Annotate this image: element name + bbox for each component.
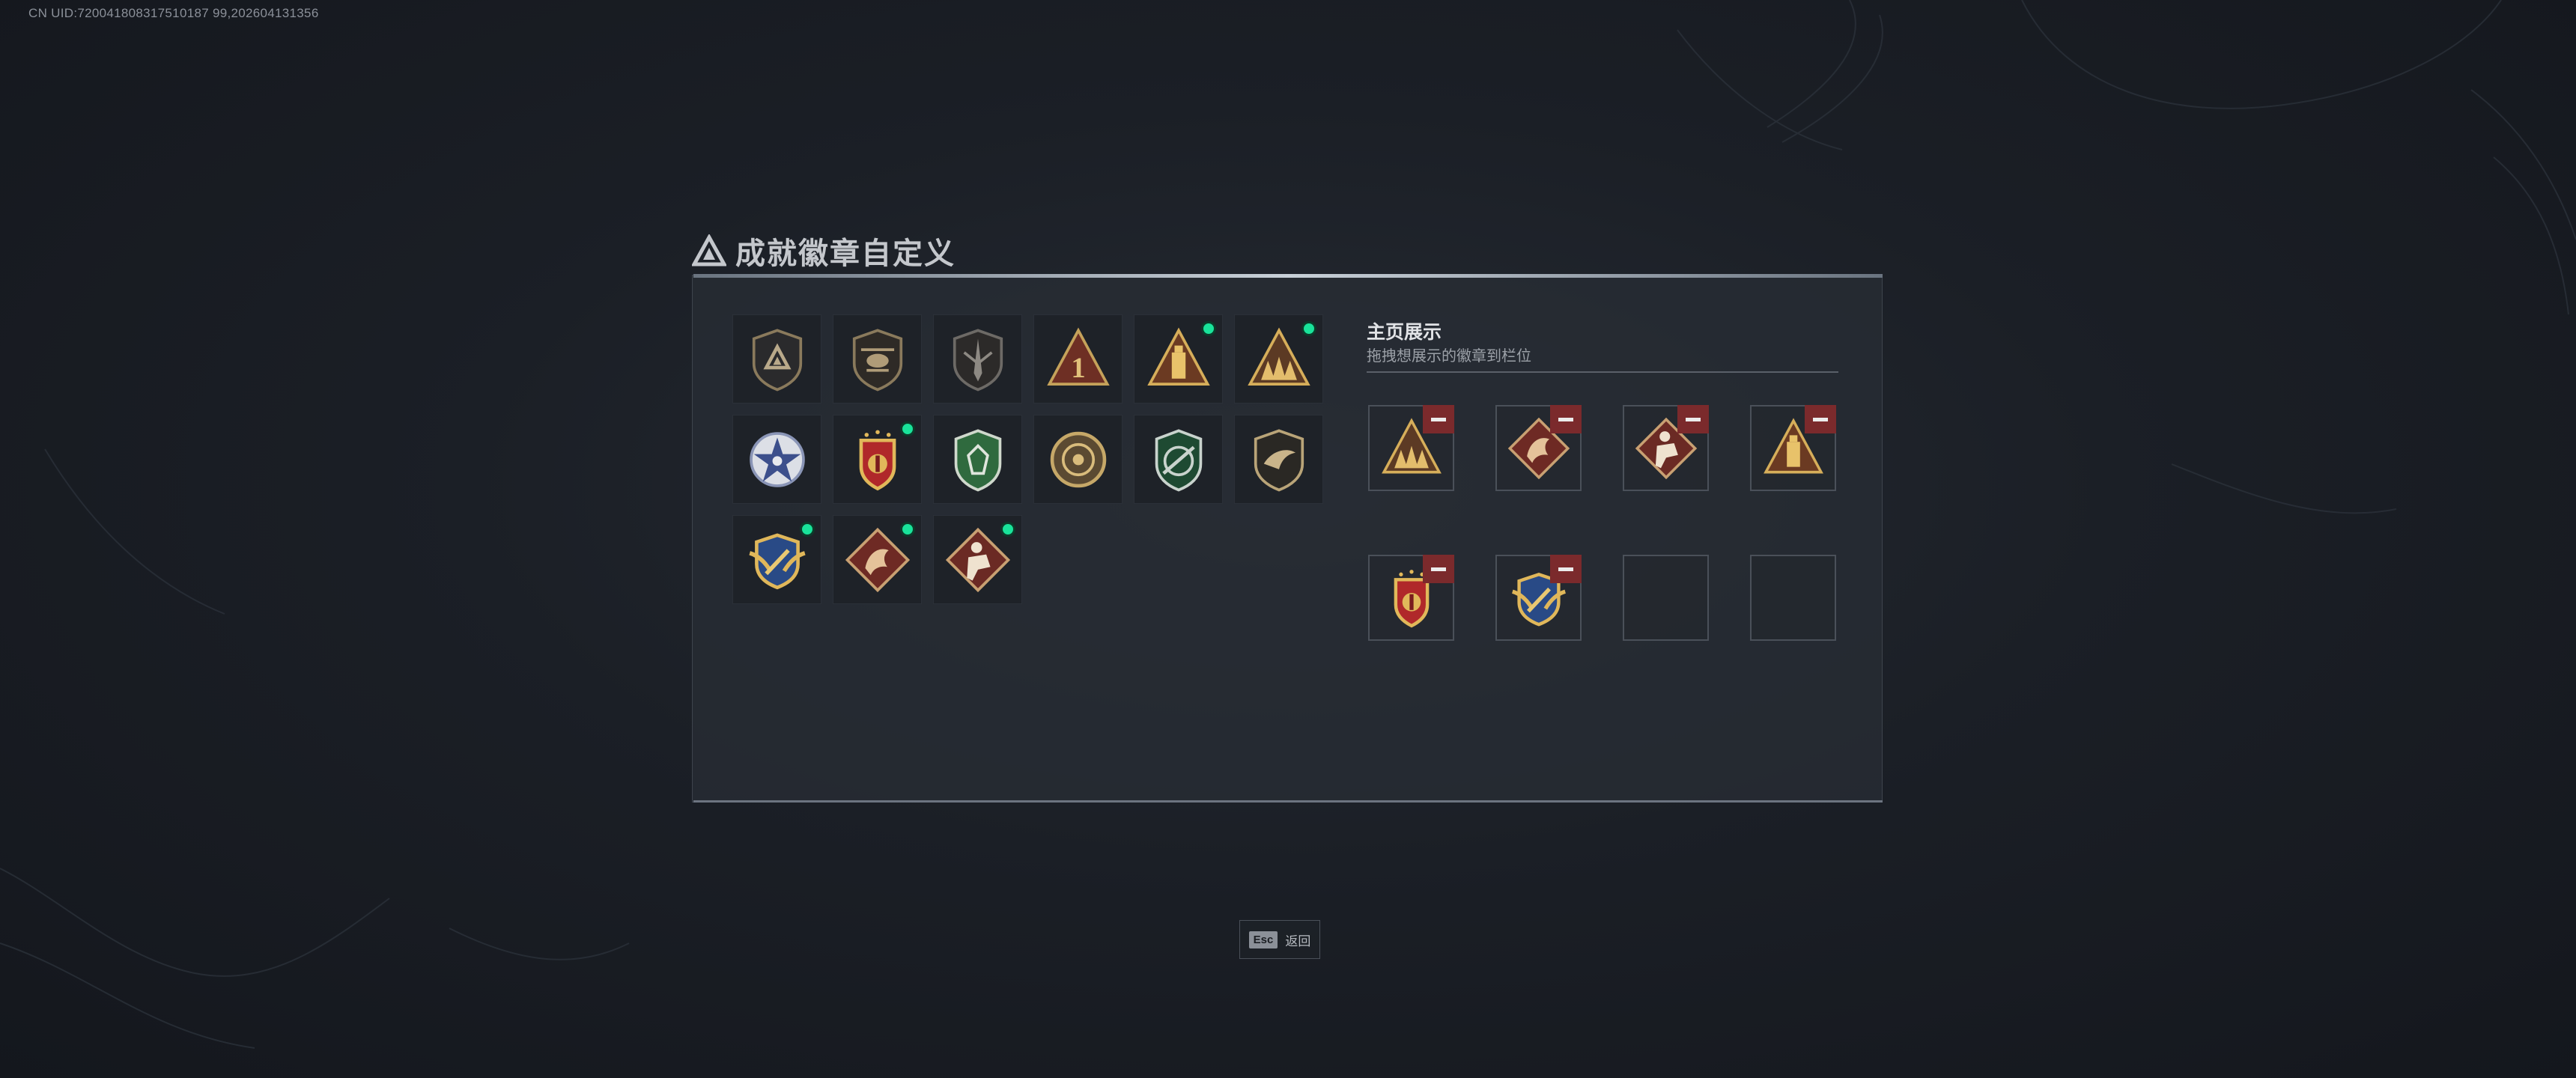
remove-badge-button[interactable] — [1550, 405, 1582, 433]
new-indicator-dot — [900, 522, 915, 537]
badge-item[interactable] — [1234, 415, 1323, 504]
star-wreath-badge-icon — [749, 431, 805, 487]
helicopter-badge-icon — [852, 328, 902, 391]
esc-key-hint: Esc — [1248, 931, 1278, 948]
hawk-shield-badge-icon — [1254, 428, 1304, 491]
badge-item[interactable] — [833, 515, 922, 604]
badge-item[interactable] — [1134, 415, 1223, 504]
minus-icon — [1558, 417, 1573, 421]
badge-item[interactable] — [933, 314, 1022, 404]
badge-item[interactable] — [933, 415, 1022, 504]
back-button[interactable]: Esc 返回 — [1239, 920, 1320, 959]
badge-item[interactable] — [933, 515, 1022, 604]
remove-badge-button[interactable] — [1550, 555, 1582, 583]
new-indicator-dot — [1301, 321, 1316, 336]
remove-badge-button[interactable] — [1423, 555, 1454, 583]
red-crest-badge-icon — [859, 429, 896, 490]
empty-showcase-slot[interactable] — [1623, 555, 1709, 641]
minus-icon — [1431, 567, 1446, 571]
showcase-slot[interactable] — [1623, 405, 1709, 491]
new-indicator-dot — [900, 421, 915, 436]
round-emblem-badge-icon — [1050, 431, 1106, 487]
new-indicator-dot — [1000, 522, 1015, 537]
minus-icon — [1813, 417, 1828, 421]
remove-badge-button[interactable] — [1677, 405, 1709, 433]
svg-text:1: 1 — [1071, 352, 1085, 383]
minus-icon — [1686, 417, 1701, 421]
soldier-diamond-badge-icon — [945, 527, 1010, 592]
showcase-slot[interactable] — [1368, 405, 1454, 491]
badge-item[interactable] — [732, 515, 821, 604]
badge-item[interactable] — [1234, 314, 1323, 404]
new-indicator-dot — [800, 522, 815, 537]
empty-showcase-slot[interactable] — [1750, 555, 1836, 641]
number-one-triangle-badge-icon: 1 — [1046, 326, 1110, 386]
badge-item[interactable]: 1 — [1033, 314, 1123, 404]
panel-header: 成就徽章自定义 — [692, 228, 956, 273]
badge-item[interactable] — [833, 415, 922, 504]
minus-icon — [1431, 417, 1446, 421]
badge-collection-grid: 1 — [732, 314, 1323, 604]
wing-shield-badge-icon — [748, 532, 806, 589]
showcase-slot[interactable] — [1368, 555, 1454, 641]
new-indicator-dot — [1201, 321, 1216, 336]
remove-badge-button[interactable] — [1423, 405, 1454, 433]
showcase-slot-grid — [1368, 405, 1836, 641]
showcase-subtitle: 拖拽想展示的徽章到栏位 — [1367, 348, 1531, 365]
green-shield-badge-icon — [954, 428, 1001, 491]
badge-item[interactable] — [1134, 314, 1223, 404]
triangle-logo-icon — [692, 234, 726, 267]
badge-item[interactable] — [732, 314, 821, 404]
badge-item[interactable] — [732, 415, 821, 504]
showcase-slot[interactable] — [1750, 405, 1836, 491]
divider — [1367, 371, 1838, 373]
page-title: 成就徽章自定义 — [735, 237, 956, 270]
shield-triangle-badge-icon — [752, 328, 802, 391]
showcase-slot[interactable] — [1495, 405, 1582, 491]
panel-top-accent — [693, 274, 1883, 278]
rifle-shield-badge-icon — [1155, 428, 1202, 491]
tower-triangle-badge-icon — [1146, 326, 1210, 386]
minus-icon — [1558, 567, 1573, 571]
dragon-diamond-badge-icon — [845, 527, 910, 592]
remove-badge-button[interactable] — [1805, 405, 1836, 433]
showcase-title: 主页展示 — [1367, 322, 1442, 343]
panel-bottom-accent — [693, 800, 1883, 803]
showcase-slot[interactable] — [1495, 555, 1582, 641]
badge-item[interactable] — [833, 314, 922, 404]
badge-item[interactable] — [1033, 415, 1123, 504]
squad-triangle-badge-icon — [1247, 326, 1310, 386]
back-label: 返回 — [1285, 934, 1311, 948]
blade-shield-badge-icon — [953, 328, 1003, 391]
uid-text: CN UID:720041808317510187 99,20260413135… — [28, 6, 319, 20]
